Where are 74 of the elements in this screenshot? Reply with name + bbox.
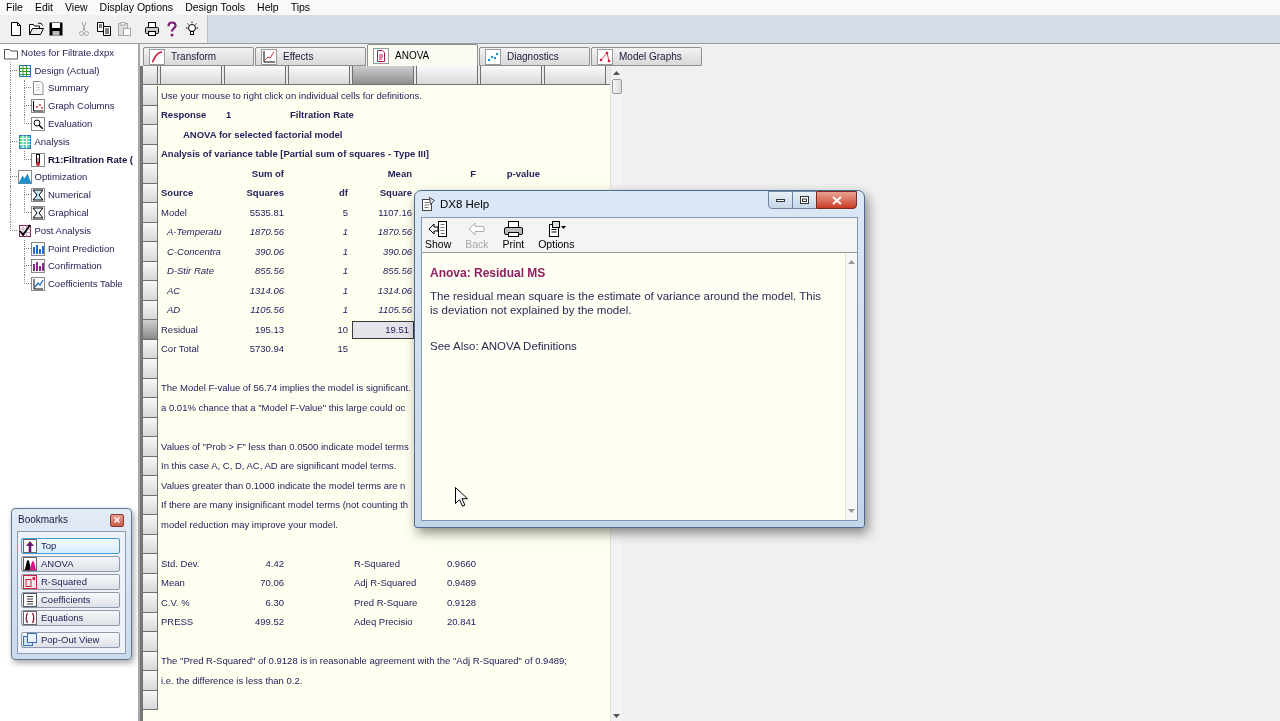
table-cell: 0.9128 [446, 595, 476, 610]
table-cell: 1 [342, 244, 348, 259]
column-heading: df [339, 186, 348, 201]
table-cell: 1870.56 [377, 225, 412, 240]
table-cell: 5730.94 [249, 342, 284, 357]
column-heading: Square [379, 186, 412, 201]
table-cell: 390.06 [382, 244, 412, 259]
table-cell: 70.06 [260, 576, 284, 591]
table-cell: 1 [342, 264, 348, 279]
note-text: If there are many insignificant model terms (not counting th [160, 498, 409, 513]
table-cell: Adj R-Squared [354, 576, 417, 591]
table-cell: Pred R-Square [354, 595, 418, 610]
note-text: In this case A, C, D, AC, AD are significant model terms. [160, 459, 397, 474]
note-text: The "Pred R-Squared" of 0.9128 is in reasonable agreement with the "Adj R-Squared" of 0.9489; [160, 654, 567, 669]
table-cell: 1314.06 [249, 283, 284, 298]
topic-text: The residual mean square is the estimate of variance around the model. This is deviation not explained by the model. [430, 289, 822, 317]
column-heading: Squares [246, 186, 284, 201]
table-cell: Adeq Precisio [354, 615, 413, 630]
column-heading: F [470, 166, 476, 181]
table-cell: 10 [337, 322, 348, 337]
column-heading: Mean [387, 166, 412, 181]
table-cell: R-Squared [354, 556, 400, 571]
panel-title: Bookmarks [17, 514, 68, 526]
note-text: The Model F-value of 56.74 implies the model is significant. [160, 381, 411, 396]
table-cell: C.V. % [161, 595, 190, 610]
topic-title: Anova: Residual MS [430, 265, 546, 281]
table-cell: PRESS [161, 615, 194, 630]
column-heading: Source [161, 186, 194, 201]
table-cell: 5535.81 [249, 205, 284, 220]
table-cell: 1105.56 [378, 303, 412, 318]
table-cell: 499.52 [254, 615, 284, 630]
table-cell: A-Temperatu [167, 225, 222, 240]
note-text: i.e. the difference is less than 0.2. [160, 673, 303, 688]
table-cell: 6.30 [265, 595, 284, 610]
window-title: DX8 Help [440, 197, 490, 211]
table-cell: Residual [161, 322, 198, 337]
see-also-text: See Also: ANOVA Definitions [430, 339, 577, 353]
note-text: Use your mouse to right click on individual cells for definitions. [160, 88, 422, 103]
column-heading: p-value [506, 166, 540, 181]
table-cell: 1107.16 [378, 205, 412, 220]
note-text: Values of "Prob > F" less than 0.0500 indicate model terms [160, 439, 409, 454]
table-cell: 1 [342, 303, 348, 318]
table-cell: 855.56 [382, 264, 412, 279]
response-label: Response [161, 108, 207, 123]
table-cell: 0.9489 [446, 576, 476, 591]
table-cell: 4.42 [265, 556, 284, 571]
table-cell: AD [167, 303, 181, 318]
column-heading: Sum of [251, 166, 284, 181]
section-title: ANOVA for selected factorial model [182, 127, 343, 142]
table-cell: 195.13 [254, 322, 284, 337]
table-cell: 1 [342, 283, 348, 298]
table-cell: Model [161, 205, 187, 220]
table-cell: Std. Dev. [161, 556, 200, 571]
table-cell: AC [167, 283, 181, 298]
table-cell: 1 [342, 225, 348, 240]
section-heading: Analysis of variance table [Partial sum of squares - Type III] [160, 147, 430, 162]
table-cell: 5 [342, 205, 348, 220]
note-text: model reduction may improve your model. [160, 517, 338, 532]
table-cell: D-Stir Rate [167, 264, 214, 279]
note-text: Values greater than 0.1000 indicate the model terms are n [160, 478, 406, 493]
table-cell: 390.06 [254, 244, 284, 259]
table-cell: Cor Total [161, 342, 199, 357]
table-cell: 1870.56 [249, 225, 284, 240]
response-label: 1 [226, 108, 232, 123]
table-cell: 1314.06 [377, 283, 412, 298]
table-cell: 20.841 [446, 615, 476, 630]
note-text: a 0.01% chance that a "Model F-Value" this large could oc [160, 400, 406, 415]
table-cell: 0.9660 [446, 556, 476, 571]
response-label: Filtration Rate [290, 108, 354, 123]
table-cell: 15 [337, 342, 348, 357]
table-cell: C-Concentra [167, 244, 221, 259]
table-cell: 855.56 [254, 264, 284, 279]
table-cell: 1105.56 [250, 303, 284, 318]
table-cell: Mean [161, 576, 185, 591]
